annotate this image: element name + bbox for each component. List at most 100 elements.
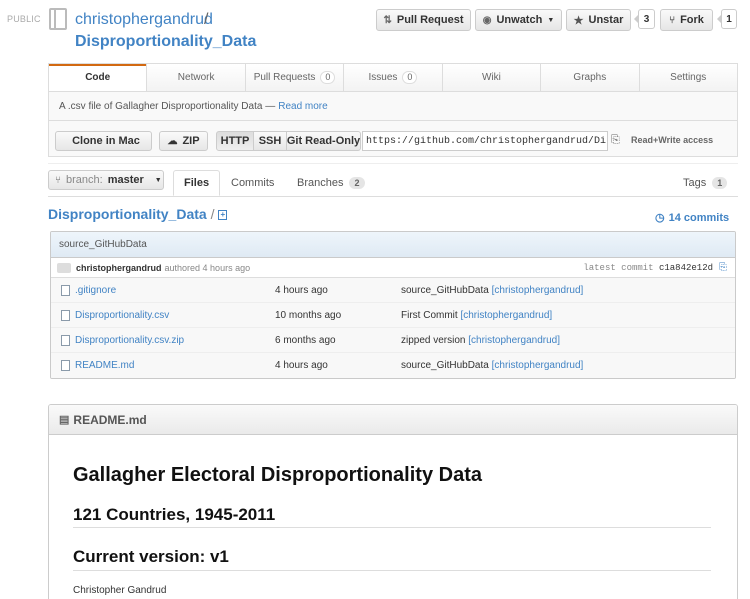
- read-more-link[interactable]: Read more: [278, 101, 327, 112]
- commits-link[interactable]: ◷ 14 commits: [655, 211, 730, 225]
- breadcrumb: Disproportionality_Data / +: [48, 206, 228, 222]
- repo-icon: [49, 8, 67, 30]
- file-commit-message[interactable]: First Commit: [401, 310, 458, 321]
- unstar-label: Unstar: [588, 14, 624, 26]
- cloud-download-icon: ☁: [167, 135, 178, 147]
- file-commit-author[interactable]: [christophergandrud]: [460, 310, 552, 321]
- tab-code[interactable]: Code: [49, 64, 147, 91]
- readme-version: Current version: v1: [73, 547, 229, 566]
- ssh-button[interactable]: SSH: [253, 131, 287, 151]
- owner-link[interactable]: christophergandrud: [75, 11, 213, 29]
- tab-graphs[interactable]: Graphs: [540, 64, 638, 91]
- fork-label: Fork: [680, 14, 704, 26]
- file-commit-message[interactable]: source_GitHubData: [401, 360, 489, 371]
- git-readonly-label: Git Read-Only: [286, 135, 361, 147]
- clipboard-icon[interactable]: ⎘: [611, 134, 620, 147]
- file-age: 4 hours ago: [275, 284, 328, 296]
- file-age: 10 months ago: [275, 309, 342, 321]
- file-commit: source_GitHubData [christophergandrud]: [401, 360, 583, 371]
- latest-commit-label: latest commit: [583, 262, 654, 273]
- tab-wiki-label: Wiki: [481, 72, 501, 83]
- tab-issues[interactable]: Issues 0: [343, 64, 441, 91]
- owner-separator: /: [204, 11, 209, 28]
- git-readonly-button[interactable]: Git Read-Only: [286, 131, 361, 151]
- unstar-button[interactable]: ★ Unstar: [566, 9, 631, 31]
- tab-tags[interactable]: Tags 1: [683, 170, 728, 196]
- http-button[interactable]: HTTP: [216, 131, 254, 151]
- readme-subtitle: 121 Countries, 1945-2011: [73, 505, 276, 524]
- readme-author: Christopher Gandrud: [73, 585, 167, 596]
- breadcrumb-repo-link[interactable]: Disproportionality_Data: [48, 206, 207, 222]
- file-commit: source_GitHubData [christophergandrud]: [401, 285, 583, 296]
- tab-settings[interactable]: Settings: [638, 64, 737, 91]
- tab-commits[interactable]: Commits: [231, 170, 274, 196]
- repo-name-link[interactable]: Disproportionality_Data: [75, 33, 256, 51]
- chevron-down-icon: ▼: [154, 176, 162, 184]
- readme-filename: README.md: [73, 412, 147, 427]
- tab-files[interactable]: Files: [173, 170, 221, 196]
- file-age: 6 months ago: [275, 334, 336, 346]
- tab-network-label: Network: [177, 72, 215, 83]
- file-name-link[interactable]: .gitignore: [75, 285, 116, 296]
- tab-files-label: Files: [184, 177, 210, 189]
- ssh-label: SSH: [258, 135, 282, 147]
- tab-commits-label: Commits: [231, 177, 275, 189]
- tab-pull-requests[interactable]: Pull Requests 0: [244, 64, 343, 91]
- clipboard-icon[interactable]: ⎘: [719, 262, 727, 273]
- pull-request-icon: ⇅: [383, 14, 392, 26]
- latest-commit-meta: christophergandrud authored 4 hours ago …: [51, 258, 735, 278]
- table-row: Disproportionality.csv.zip 6 months ago …: [51, 328, 735, 353]
- zip-button[interactable]: ☁ ZIP: [159, 131, 208, 151]
- fork-count[interactable]: 1: [717, 9, 737, 29]
- clone-in-mac-button[interactable]: Clone in Mac: [55, 131, 152, 151]
- file-commit: zipped version [christophergandrud]: [401, 335, 560, 346]
- file-commit-author[interactable]: [christophergandrud]: [492, 285, 584, 296]
- divider: [48, 163, 738, 164]
- zip-label: ZIP: [182, 135, 200, 147]
- file-name-link[interactable]: Disproportionality.csv: [75, 310, 169, 321]
- file-commit-author[interactable]: [christophergandrud]: [492, 360, 584, 371]
- file-icon: [61, 285, 70, 296]
- file-table: source_GitHubData christophergandrud aut…: [50, 231, 736, 379]
- table-row: README.md 4 hours ago source_GitHubData …: [51, 353, 735, 378]
- pull-request-button[interactable]: ⇅ Pull Request: [376, 9, 471, 31]
- file-commit: First Commit [christophergandrud]: [401, 310, 552, 321]
- fork-icon: ⑂: [669, 14, 676, 26]
- branch-icon: ⑂: [55, 174, 61, 186]
- repo-tabs: Code Network Pull Requests 0 Issues 0 Wiki…: [48, 63, 738, 91]
- heading-rule: [73, 527, 711, 528]
- file-name-link[interactable]: Disproportionality.csv.zip: [75, 335, 184, 346]
- heading-rule: [73, 570, 711, 571]
- file-commit-author[interactable]: [christophergandrud]: [468, 335, 560, 346]
- tab-tags-label: Tags: [683, 177, 707, 189]
- pull-request-label: Pull Request: [396, 14, 464, 26]
- branch-selector[interactable]: ⑂ branch: master ▼: [48, 170, 164, 190]
- commit-author[interactable]: christophergandrud: [76, 263, 162, 273]
- unwatch-label: Unwatch: [496, 14, 543, 26]
- new-file-icon[interactable]: +: [218, 210, 228, 221]
- fork-button[interactable]: ⑂ Fork: [660, 9, 713, 31]
- latest-commit-message[interactable]: source_GitHubData: [51, 232, 735, 258]
- tab-wiki[interactable]: Wiki: [441, 64, 540, 91]
- breadcrumb-separator: /: [210, 206, 215, 222]
- tab-graphs-label: Graphs: [573, 72, 607, 83]
- readme-header: ▤ README.md: [49, 405, 737, 435]
- file-commit-message[interactable]: source_GitHubData: [401, 285, 489, 296]
- file-commit-message[interactable]: zipped version: [401, 335, 465, 346]
- file-age: 4 hours ago: [275, 360, 328, 371]
- tab-code-label: Code: [85, 72, 111, 83]
- tab-network[interactable]: Network: [146, 64, 244, 91]
- tab-branches[interactable]: Branches 2: [297, 170, 365, 196]
- unwatch-button[interactable]: ◉ Unwatch ▼: [475, 9, 562, 31]
- history-icon: ◷: [655, 212, 665, 224]
- tab-pull-requests-label: Pull Requests: [253, 72, 316, 83]
- commit-sha[interactable]: c1a842e12d: [659, 263, 713, 273]
- file-icon: [61, 335, 70, 346]
- access-text: Read+Write access: [631, 135, 714, 145]
- issues-count: 0: [402, 71, 418, 84]
- file-name-link[interactable]: README.md: [75, 360, 134, 371]
- commits-count: 14 commits: [668, 211, 730, 224]
- clone-url-input[interactable]: [362, 131, 608, 151]
- table-row: Disproportionality.csv 10 months ago Fir…: [51, 303, 735, 328]
- star-count[interactable]: 3: [634, 9, 655, 29]
